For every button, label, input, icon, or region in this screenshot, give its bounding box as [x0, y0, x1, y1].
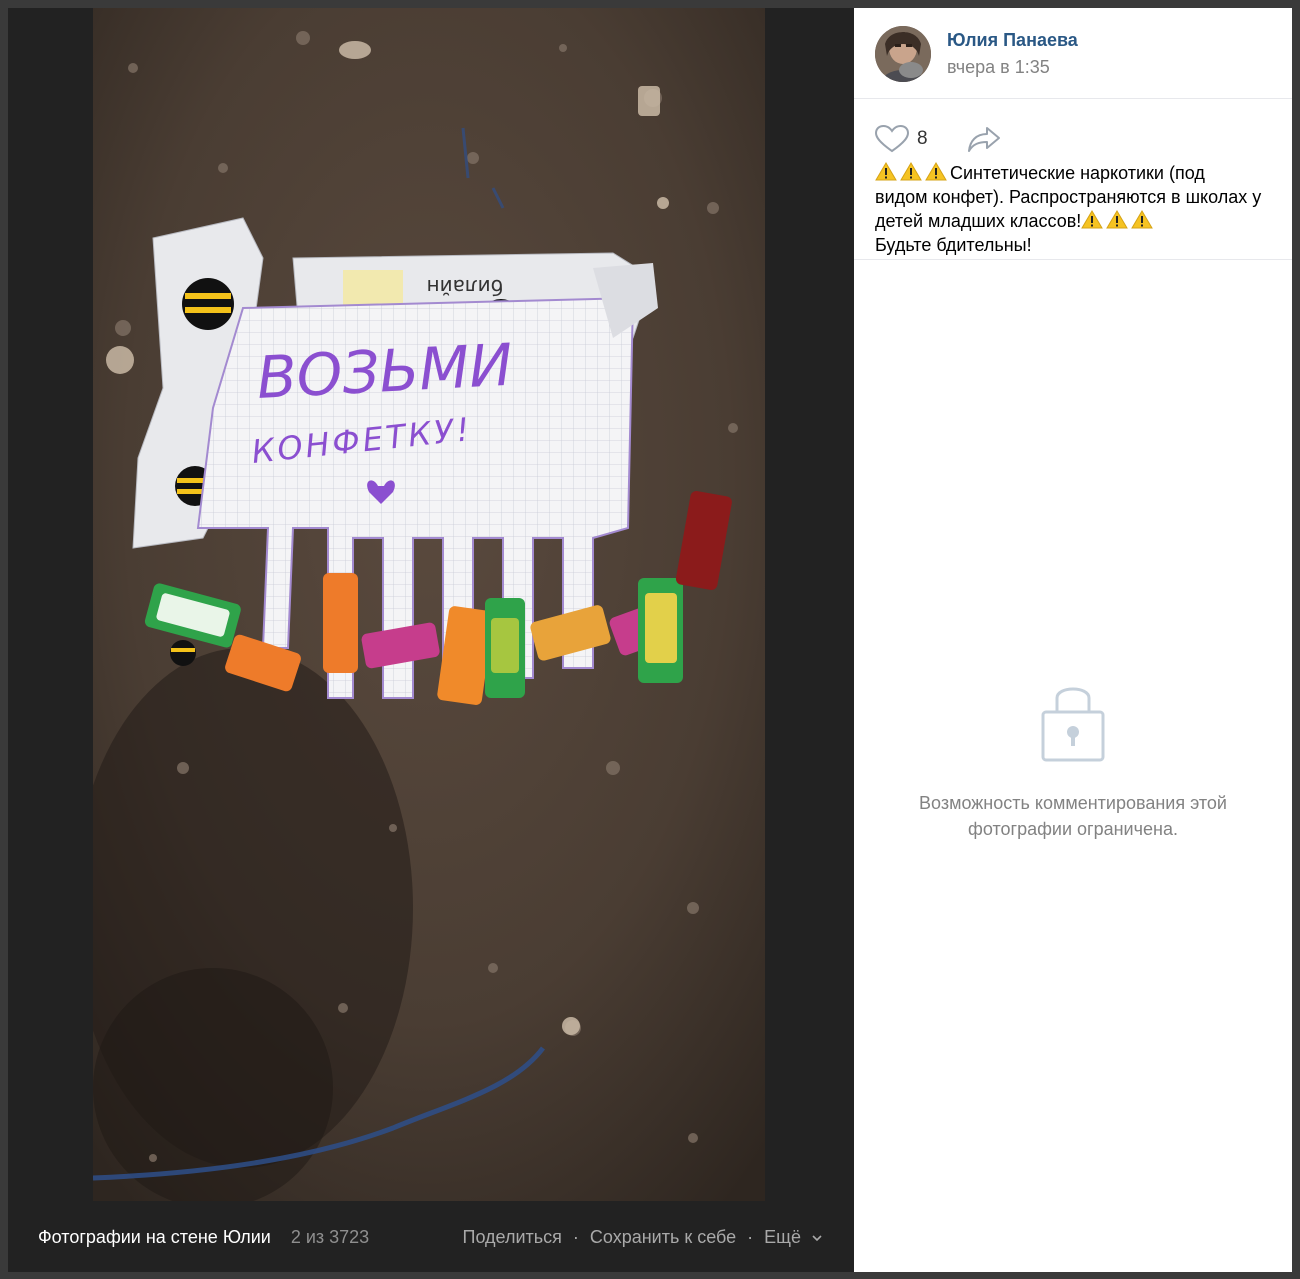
author-name[interactable]: Юлия Панаева [947, 30, 1078, 51]
separator: · [572, 1226, 579, 1247]
post-actions: 8 [854, 99, 1292, 153]
more-label: Ещё [764, 1226, 801, 1247]
separator: · [747, 1226, 754, 1247]
warning-icon [900, 162, 925, 183]
save-to-self-link[interactable]: Сохранить к себе [590, 1227, 736, 1248]
lock-icon [1041, 687, 1105, 762]
like-count: 8 [917, 128, 928, 149]
post-text: Синтетические наркотики (под видом конфе… [854, 143, 1292, 260]
avatar[interactable] [875, 26, 931, 82]
photo-area: билайн ВОЗЬМИ КОНФЕТКУ! Фотографии на ст… [8, 8, 854, 1272]
share-button[interactable] [967, 126, 1001, 159]
post-sidebar: Юлия Панаева вчера в 1:35 8 Синтетически… [854, 8, 1292, 1272]
warning-icon [1081, 210, 1106, 231]
warning-icon [875, 162, 900, 183]
photo-viewer: билайн ВОЗЬМИ КОНФЕТКУ! Фотографии на ст… [8, 8, 1292, 1272]
logo-text: билайн [427, 275, 503, 299]
svg-text:ВОЗЬМИ: ВОЗЬМИ [255, 331, 514, 412]
warning-icon [1106, 210, 1131, 231]
like-button[interactable]: 8 [875, 125, 928, 153]
comments-locked: Возможность комментирования этой фотогра… [854, 678, 1292, 842]
photo-actions: Поделиться · Сохранить к себе · Ещё [463, 1227, 823, 1248]
post-time[interactable]: вчера в 1:35 [947, 57, 1050, 78]
share-link[interactable]: Поделиться [463, 1227, 562, 1248]
comments-locked-text: Возможность комментирования этой фотогра… [919, 793, 1227, 839]
author-header: Юлия Панаева вчера в 1:35 [854, 8, 1292, 99]
warning-icon [925, 162, 950, 183]
photo-counter: 2 из 3723 [290, 1226, 370, 1247]
share-arrow-icon [968, 127, 1000, 152]
more-menu-button[interactable]: Ещё [764, 1227, 822, 1248]
avatar-image [875, 26, 931, 82]
post-text-footer: Будьте бдительны! [875, 235, 1032, 255]
heart-icon [875, 125, 909, 153]
photo-footer: Фотографии на стене Юлии 2 из 3723 Подел… [8, 1220, 854, 1254]
photo-image: билайн ВОЗЬМИ КОНФЕТКУ! [93, 8, 765, 1201]
warning-icon [1131, 210, 1156, 231]
photo[interactable]: билайн ВОЗЬМИ КОНФЕТКУ! [93, 8, 765, 1201]
album-title[interactable]: Фотографии на стене Юлии [38, 1227, 271, 1248]
chevron-down-icon [812, 1235, 822, 1241]
